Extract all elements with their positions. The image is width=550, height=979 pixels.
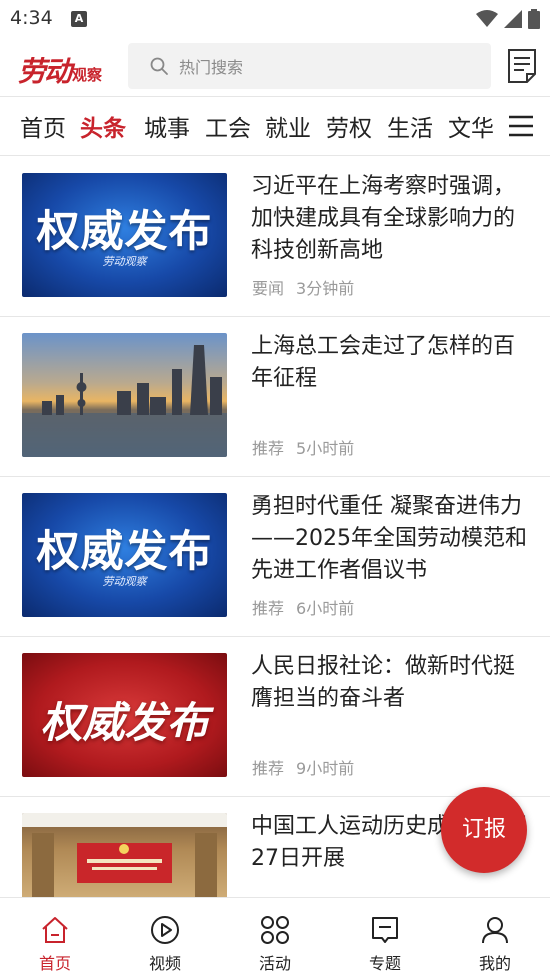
thumbnail-caption: 权威发布: [36, 207, 213, 257]
app-logo[interactable]: 劳动 观察: [18, 46, 102, 86]
thumbnail-caption: 权威发布: [40, 698, 209, 747]
app-header: 劳动 观察 热门搜索: [0, 38, 550, 96]
channel-tabs: 首页 头条 城事 工会 就业 劳权 生活 文华: [0, 96, 550, 156]
subscribe-button[interactable]: 订报: [441, 787, 527, 873]
nav-topic[interactable]: 专题: [330, 898, 440, 979]
status-time: 4:34: [10, 7, 53, 29]
nav-label: 视频: [148, 954, 181, 973]
news-item[interactable]: 权威发布 劳动观察 习近平在上海考察时强调，加快建成具有全球影响力的科技创新高地…: [0, 157, 550, 317]
news-tag: 要闻: [252, 279, 285, 298]
news-tag: 推荐: [252, 599, 285, 618]
news-time: 9小时前: [296, 759, 355, 778]
news-tag: 推荐: [252, 759, 285, 778]
exhibition-image: [22, 813, 227, 903]
news-meta: 推荐 6小时前: [252, 595, 354, 619]
news-thumbnail: [22, 813, 227, 903]
menu-icon[interactable]: [508, 114, 534, 138]
nav-home[interactable]: 首页: [0, 898, 110, 979]
logo-main-text: 劳动: [18, 55, 72, 88]
tab-city[interactable]: 城事: [144, 109, 190, 143]
nav-activity[interactable]: 活动: [220, 898, 330, 979]
news-title: 人民日报社论：做新时代挺膺担当的奋斗者: [251, 654, 516, 711]
skyline-image: [22, 345, 227, 457]
news-title: 勇担时代重任 凝聚奋进伟力——2025年全国劳动模范和先进工作者倡议书: [251, 494, 527, 583]
news-tag: 推荐: [252, 439, 285, 458]
search-input[interactable]: 热门搜索: [128, 43, 491, 89]
bottom-navigation: 首页 视频 活动 专题 我的: [0, 897, 550, 979]
e-paper-icon[interactable]: [506, 48, 538, 84]
nav-label: 专题: [368, 954, 401, 973]
news-title: 上海总工会走过了怎样的百年征程: [251, 334, 516, 391]
news-item[interactable]: 权威发布 人民日报社论：做新时代挺膺担当的奋斗者 推荐 9小时前: [0, 637, 550, 797]
thumbnail-caption: 权威发布: [36, 527, 213, 577]
search-icon: [150, 57, 168, 75]
tab-headline[interactable]: 头条: [80, 109, 126, 143]
nav-label: 首页: [38, 954, 71, 973]
tab-union[interactable]: 工会: [205, 109, 251, 143]
news-time: 3分钟前: [296, 279, 355, 298]
nav-video[interactable]: 视频: [110, 898, 220, 979]
logo-sub-text: 观察: [72, 66, 103, 84]
news-thumbnail: 权威发布: [22, 653, 227, 777]
news-time: 6小时前: [296, 599, 355, 618]
news-meta: 推荐 9小时前: [252, 755, 354, 779]
tab-home[interactable]: 首页: [20, 109, 66, 143]
search-placeholder: 热门搜索: [179, 58, 244, 77]
play-icon: [151, 916, 179, 944]
tab-labor-rights[interactable]: 劳权: [326, 109, 372, 143]
news-thumbnail: 权威发布 劳动观察: [22, 493, 227, 617]
profile-icon: [482, 917, 508, 944]
news-thumbnail: [22, 333, 227, 457]
wifi-icon: [476, 10, 498, 27]
news-time: 5小时前: [296, 439, 355, 458]
news-thumbnail: 权威发布 劳动观察: [22, 173, 227, 297]
battery-icon: [528, 9, 540, 29]
news-meta: 要闻 3分钟前: [252, 275, 354, 299]
news-meta: 推荐 5小时前: [252, 435, 354, 459]
tab-culture[interactable]: 文华: [448, 109, 494, 143]
topic-icon: [372, 917, 398, 943]
news-item[interactable]: 权威发布 劳动观察 勇担时代重任 凝聚奋进伟力——2025年全国劳动模范和先进工…: [0, 477, 550, 637]
tab-employment[interactable]: 就业: [265, 109, 311, 143]
notification-a-icon: A: [71, 11, 87, 27]
activity-icon: [261, 916, 289, 944]
thumbnail-watermark: 劳动观察: [102, 255, 147, 268]
news-title: 习近平在上海考察时强调，加快建成具有全球影响力的科技创新高地: [251, 174, 516, 263]
status-bar: 4:34 A: [0, 0, 550, 38]
signal-icon: [504, 10, 522, 28]
status-icons: [476, 9, 540, 29]
nav-profile[interactable]: 我的: [440, 898, 550, 979]
nav-label: 活动: [258, 954, 291, 973]
thumbnail-watermark: 劳动观察: [102, 575, 147, 588]
nav-label: 我的: [478, 954, 511, 973]
tab-life[interactable]: 生活: [387, 109, 433, 143]
news-item[interactable]: 上海总工会走过了怎样的百年征程 推荐 5小时前: [0, 317, 550, 477]
home-icon: [42, 917, 68, 943]
